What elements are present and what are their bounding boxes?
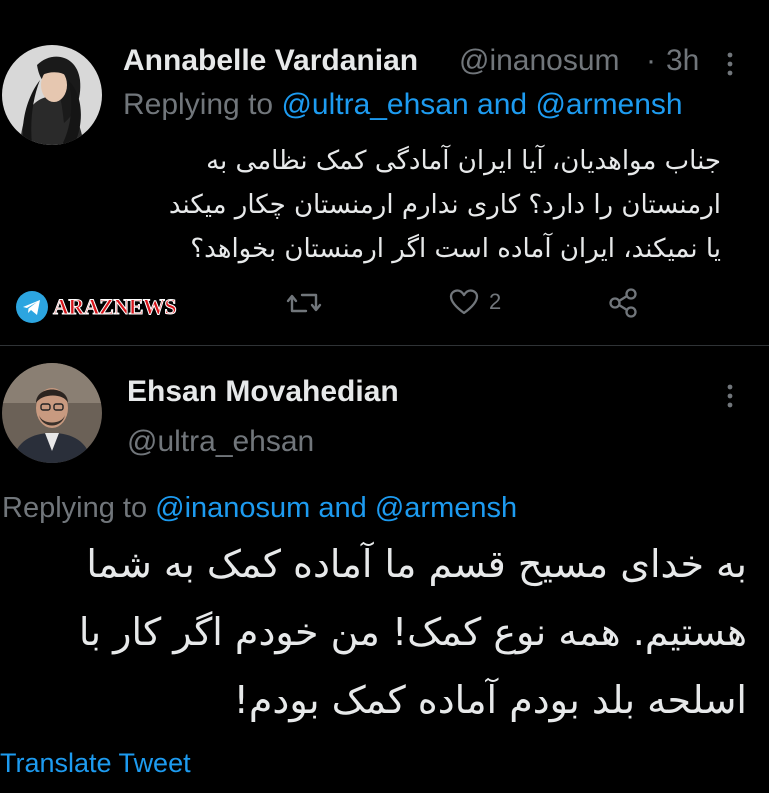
watermark-text: ARAZNEWS — [52, 294, 177, 320]
telegram-icon — [15, 290, 49, 324]
avatar-ehsan[interactable] — [2, 363, 102, 463]
time-separator: · — [646, 44, 656, 77]
tweet-text: جناب مواهدیان، آیا ایران آمادگی کمک نظام… — [81, 139, 721, 271]
mention-link[interactable]: @ultra_ehsan — [281, 88, 468, 121]
tweet-divider — [0, 345, 769, 346]
mention-link[interactable]: @inanosum — [155, 492, 310, 524]
author-handle[interactable]: @ultra_ehsan — [127, 425, 314, 459]
watermark-logo: ARAZNEWS — [50, 292, 179, 322]
avatar-annabelle[interactable] — [2, 45, 102, 145]
replying-prefix: Replying to — [2, 492, 148, 524]
tweet-text-line: هستیم. همه نوع کمک! من خودم اگر کار با — [78, 610, 747, 654]
mention-link[interactable]: @armensh — [535, 88, 682, 121]
replying-prefix: Replying to — [123, 88, 274, 121]
tweet-text: به خدای مسیح قسم ما آماده کمک به شما هست… — [7, 530, 747, 734]
more-vertical-icon[interactable] — [724, 382, 736, 410]
mention-and[interactable]: and — [318, 492, 366, 524]
tweet-text-line: به خدای مسیح قسم ما آماده کمک به شما — [86, 542, 747, 586]
share-icon[interactable] — [607, 287, 639, 319]
author-name[interactable]: Annabelle Vardanian — [123, 44, 418, 78]
author-name[interactable]: Ehsan Movahedian — [127, 375, 399, 409]
tweet-text-line: جناب مواهدیان، آیا ایران آمادگی کمک نظام… — [206, 146, 721, 176]
author-handle[interactable]: @inanosum — [459, 44, 620, 78]
mention-and[interactable]: and — [477, 88, 527, 121]
tweet-text-line: اسلحه بلد بودم آماده کمک بودم! — [233, 678, 747, 722]
replying-to-line: Replying to @inanosum and @armensh — [2, 492, 517, 525]
mention-link[interactable]: @armensh — [375, 492, 517, 524]
like-count: 2 — [489, 289, 502, 314]
more-vertical-icon[interactable] — [724, 50, 736, 78]
tweet-text-line: ارمنستان را دارد؟ کاری ندارم ارمنستان چک… — [168, 190, 721, 220]
tweet-time[interactable]: 3h — [666, 44, 699, 78]
like-action[interactable]: 2 — [449, 288, 501, 316]
heart-icon[interactable] — [449, 288, 479, 316]
tweet-text-line: یا نمیکند، ایران آماده است اگر ارمنستان … — [190, 234, 721, 264]
replying-to-line: Replying to @ultra_ehsan and @armensh — [123, 88, 683, 122]
translate-tweet-link[interactable]: Translate Tweet — [0, 748, 191, 779]
retweet-icon[interactable] — [286, 289, 322, 317]
